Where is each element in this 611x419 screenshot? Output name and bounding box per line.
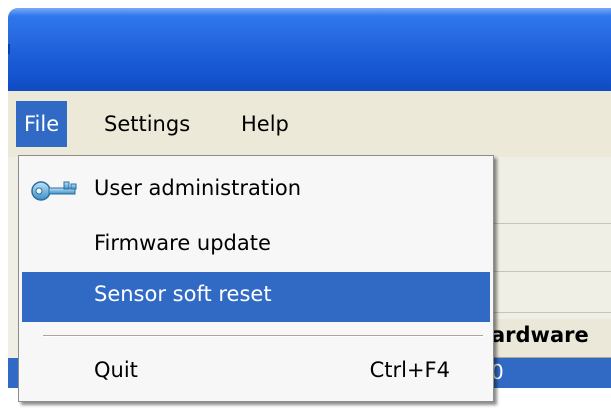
content-divider [488, 223, 611, 224]
menu-item-shortcut: Ctrl+F4 [369, 358, 450, 382]
column-header-label: ardware [491, 323, 589, 347]
column-header-hardware[interactable]: ardware [488, 319, 611, 358]
menu-item-quit[interactable]: Quit Ctrl+F4 [22, 348, 490, 398]
key-icon [31, 181, 77, 201]
menu-item-label: Firmware update [94, 231, 271, 255]
menu-help[interactable]: Help [233, 101, 297, 147]
window-edge [8, 44, 10, 54]
menu-item-label: Quit [94, 358, 138, 382]
menu-item-label: Sensor soft reset [94, 282, 272, 306]
menu-item-label: User administration [94, 176, 302, 200]
menu-item-sensor-soft-reset[interactable]: Sensor soft reset [22, 272, 490, 322]
menu-bar: File Settings Help [8, 91, 611, 157]
content-divider [488, 312, 611, 313]
app-window: File Settings Help ardware 0 – [8, 8, 611, 419]
menu-item-user-administration[interactable]: User administration [22, 166, 490, 216]
file-dropdown-menu: User administration Firmware update Sens… [18, 155, 494, 402]
menu-file[interactable]: File [16, 101, 68, 147]
menu-settings[interactable]: Settings [96, 101, 198, 147]
menu-separator [43, 335, 483, 337]
content-divider [488, 271, 611, 272]
menu-item-firmware-update[interactable]: Firmware update [22, 221, 490, 271]
title-bar[interactable] [8, 8, 611, 91]
